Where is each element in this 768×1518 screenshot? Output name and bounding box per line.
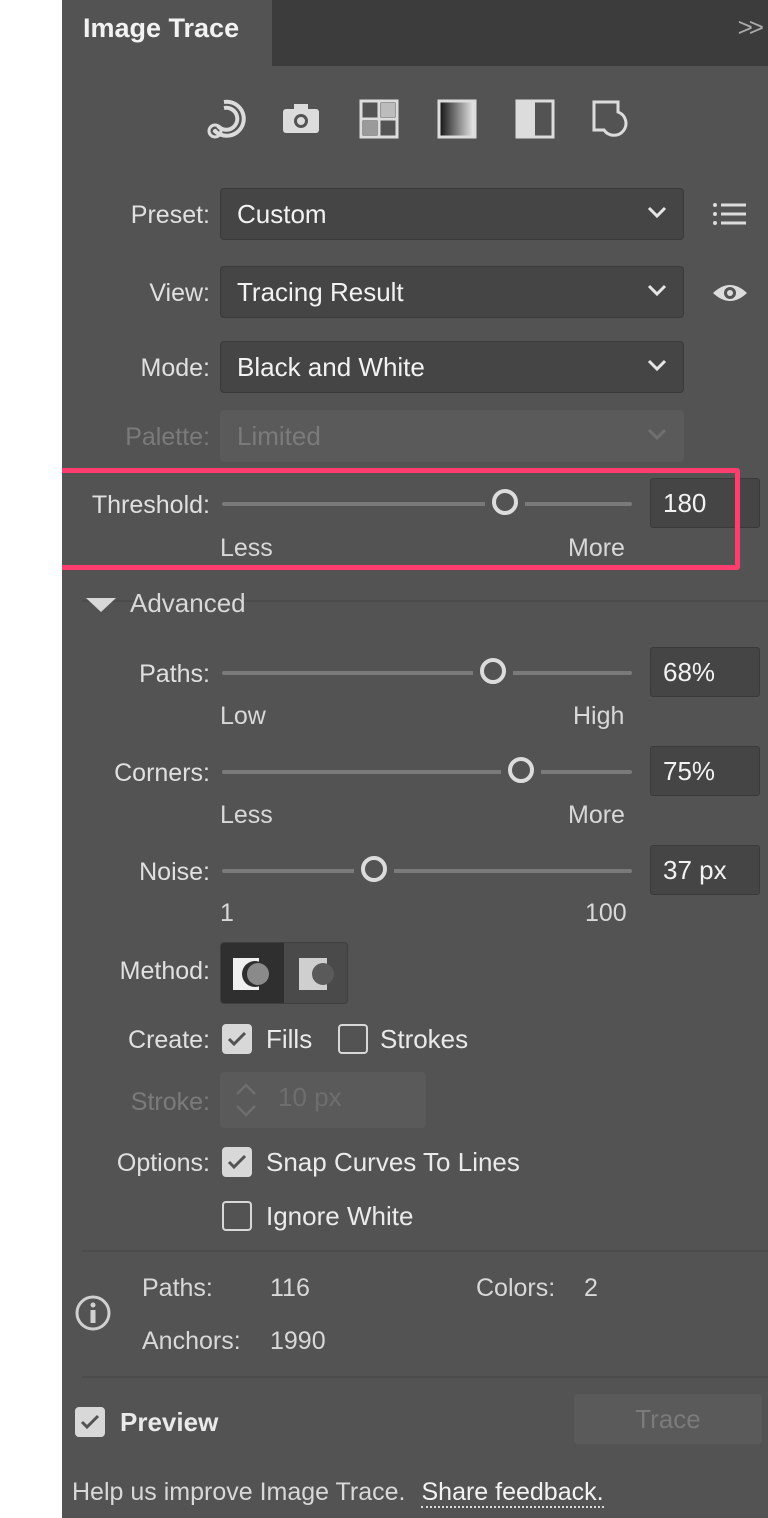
paths-slider[interactable] [222, 658, 632, 684]
strokes-checkbox[interactable] [338, 1024, 368, 1054]
preview-checkbox[interactable] [75, 1407, 105, 1437]
fills-checkbox[interactable] [222, 1024, 252, 1054]
auto-color-icon[interactable] [202, 96, 248, 142]
chevron-down-icon [647, 359, 667, 372]
overlapping-method-button[interactable] [285, 943, 347, 1003]
stats-colors-label: Colors: [476, 1274, 556, 1302]
stats-anchors-value: 1990 [270, 1327, 326, 1355]
stroke-stepper: 10 px [220, 1072, 426, 1128]
checkmark-icon [227, 1031, 247, 1047]
advanced-label: Advanced [130, 588, 246, 618]
noise-slider[interactable] [222, 856, 632, 882]
divider [82, 1250, 768, 1252]
ignore-white-label: Ignore White [266, 1201, 414, 1231]
share-feedback-link[interactable]: Share feedback. [421, 1478, 604, 1508]
gradient-icon[interactable] [434, 96, 480, 142]
corners-label: Corners: [114, 759, 210, 787]
noise-max-label: 100 [585, 899, 627, 927]
divider [82, 1376, 768, 1378]
outline-shape-icon[interactable] [588, 96, 634, 142]
palette-value: Limited [237, 421, 321, 451]
method-label: Method: [119, 957, 210, 985]
fills-label: Fills [266, 1024, 313, 1054]
preset-label: Preset: [130, 201, 210, 229]
snap-curves-label: Snap Curves To Lines [266, 1147, 520, 1177]
snap-curves-checkbox[interactable] [222, 1147, 252, 1177]
stroke-value: 10 px [278, 1082, 342, 1112]
stats-paths-value: 116 [270, 1274, 310, 1302]
palette-label: Palette: [125, 423, 210, 451]
corners-slider[interactable] [222, 757, 632, 783]
noise-slider-thumb[interactable] [360, 856, 387, 882]
strokes-label: Strokes [380, 1024, 469, 1054]
mode-dropdown[interactable]: Black and White [220, 341, 684, 393]
list-menu-icon[interactable] [710, 198, 750, 230]
view-dropdown[interactable]: Tracing Result [220, 266, 684, 318]
preset-dropdown[interactable]: Custom [220, 188, 684, 240]
stats-anchors-label: Anchors: [142, 1327, 241, 1355]
mode-label: Mode: [140, 354, 210, 382]
preview-label: Preview [120, 1407, 219, 1437]
corners-max-label: More [568, 801, 625, 829]
corners-input[interactable]: 75% [650, 746, 760, 796]
triangle-down-icon [86, 598, 116, 613]
stroke-label: Stroke: [130, 1088, 210, 1116]
corners-min-label: Less [220, 801, 273, 829]
abutting-method-button[interactable] [221, 943, 284, 1003]
noise-input[interactable]: 37 px [650, 845, 760, 895]
ignore-white-checkbox[interactable] [222, 1201, 252, 1231]
grid-icon[interactable] [356, 96, 402, 142]
feedback-footer: Help us improve Image Trace. Share feedba… [72, 1478, 604, 1508]
paths-min-label: Low [220, 702, 266, 730]
threshold-highlight-box [62, 468, 740, 570]
stats-paths-label: Paths: [142, 1274, 213, 1302]
advanced-toggle[interactable]: Advanced [86, 588, 246, 619]
noise-label: Noise: [139, 858, 210, 886]
view-label: View: [149, 279, 210, 307]
paths-label: Paths: [139, 660, 210, 688]
stepper-arrows-icon [236, 1083, 256, 1117]
view-value: Tracing Result [237, 277, 404, 307]
feedback-text: Help us improve Image Trace. [72, 1478, 406, 1506]
chevron-down-icon [647, 284, 667, 297]
chevron-down-icon [647, 428, 667, 441]
paths-max-label: High [573, 702, 625, 730]
options-label: Options: [116, 1149, 210, 1177]
eye-icon[interactable] [710, 278, 750, 308]
method-toggle-group [220, 942, 348, 1004]
mode-value: Black and White [237, 352, 425, 382]
create-label: Create: [128, 1026, 210, 1054]
palette-dropdown: Limited [220, 410, 684, 462]
checkmark-icon [227, 1154, 247, 1170]
overlapping-icon [298, 958, 334, 990]
corners-slider-thumb[interactable] [508, 757, 535, 783]
half-square-icon[interactable] [512, 96, 558, 142]
camera-icon[interactable] [278, 96, 324, 142]
info-icon [74, 1294, 112, 1332]
panel-tab-strip: Image Trace >> [62, 0, 768, 66]
image-trace-panel: Image Trace >> Preset: Custom View: Trac… [62, 0, 768, 1518]
stats-colors-value: 2 [584, 1274, 598, 1302]
abutting-icon [232, 958, 269, 990]
preset-icon-bar [62, 96, 768, 142]
chevron-down-icon [647, 206, 667, 219]
tab-image-trace[interactable]: Image Trace [62, 0, 272, 66]
noise-min-label: 1 [220, 899, 234, 927]
collapse-panel-button[interactable]: >> [738, 12, 764, 43]
paths-slider-thumb[interactable] [479, 658, 506, 684]
trace-button[interactable]: Trace [574, 1394, 762, 1444]
checkmark-icon [80, 1414, 100, 1430]
preset-value: Custom [237, 199, 327, 229]
paths-input[interactable]: 68% [650, 647, 760, 697]
